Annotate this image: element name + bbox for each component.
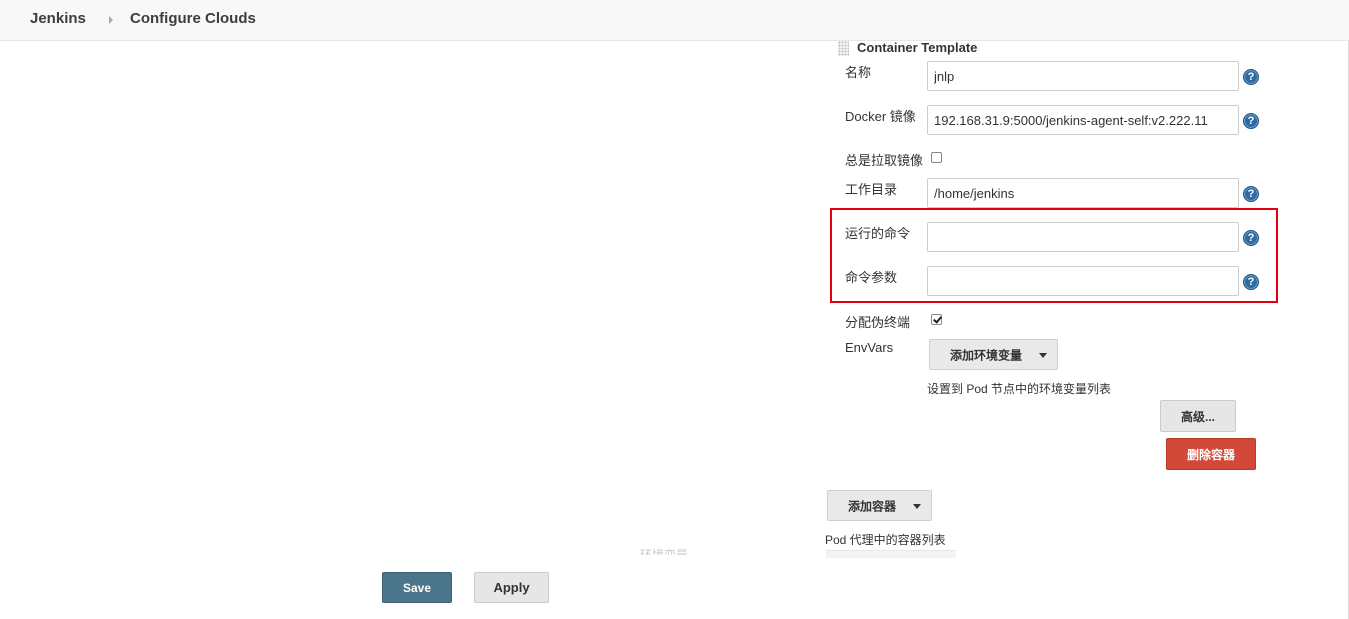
add-container-button[interactable]: 添加容器 xyxy=(827,490,932,521)
envvars-label: EnvVars xyxy=(845,340,894,355)
breadcrumb-bar: Jenkins Configure Clouds xyxy=(0,0,1349,41)
container-template-title: Container Template xyxy=(857,40,978,55)
name-input[interactable] xyxy=(927,61,1239,91)
args-label: 命令参数 xyxy=(845,270,898,285)
name-label: 名称 xyxy=(845,65,872,80)
faded-section xyxy=(826,550,956,558)
help-icon[interactable]: ? xyxy=(1243,69,1259,85)
always-pull-label: 总是拉取镜像 xyxy=(845,153,924,168)
delete-container-button[interactable]: 删除容器 xyxy=(1166,438,1256,470)
faded-label: 环境变量 xyxy=(640,548,689,555)
tty-checkbox[interactable] xyxy=(931,314,942,325)
chevron-down-icon xyxy=(1039,352,1047,358)
help-icon[interactable]: ? xyxy=(1243,274,1259,290)
advanced-button[interactable]: 高级... xyxy=(1160,400,1236,432)
workdir-input[interactable] xyxy=(927,178,1239,208)
add-env-var-label: 添加环境变量 xyxy=(950,348,1023,362)
env-hint: 设置到 Pod 节点中的环境变量列表 xyxy=(927,382,1112,396)
workdir-label: 工作目录 xyxy=(845,182,898,197)
add-env-var-button[interactable]: 添加环境变量 xyxy=(929,339,1058,370)
help-icon[interactable]: ? xyxy=(1243,230,1259,246)
help-icon[interactable]: ? xyxy=(1243,186,1259,202)
breadcrumb-configure-clouds[interactable]: Configure Clouds xyxy=(130,10,256,27)
command-input[interactable] xyxy=(927,222,1239,252)
chevron-down-icon xyxy=(913,503,921,509)
always-pull-checkbox[interactable] xyxy=(931,152,942,163)
docker-image-label: Docker 镜像 xyxy=(845,109,916,124)
args-input[interactable] xyxy=(927,266,1239,296)
breadcrumb-jenkins[interactable]: Jenkins xyxy=(30,10,86,27)
command-label: 运行的命令 xyxy=(845,226,911,241)
docker-image-input[interactable] xyxy=(927,105,1239,135)
tty-label: 分配伪终端 xyxy=(845,315,911,330)
add-container-label: 添加容器 xyxy=(848,499,897,513)
containers-hint: Pod 代理中的容器列表 xyxy=(825,533,946,547)
apply-button[interactable]: Apply xyxy=(474,572,549,603)
save-button[interactable]: Save xyxy=(382,572,452,603)
help-icon[interactable]: ? xyxy=(1243,113,1259,129)
drag-handle-icon[interactable] xyxy=(838,41,849,56)
breadcrumb-separator-icon xyxy=(109,16,113,24)
